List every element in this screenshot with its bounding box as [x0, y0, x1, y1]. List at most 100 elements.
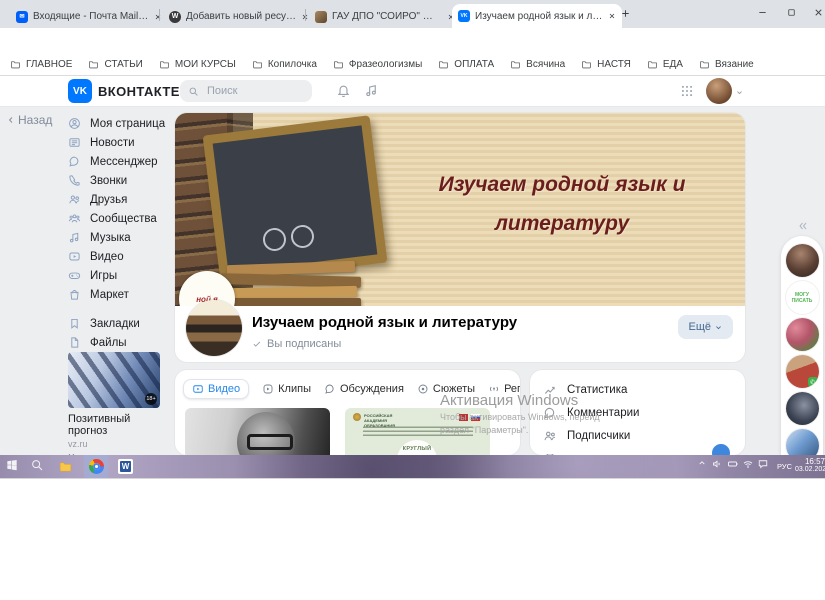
wifi-icon[interactable] [742, 458, 754, 470]
sidebar-item-games[interactable]: Игры [68, 266, 172, 285]
sidebar-item-communities[interactable]: Сообщества [68, 209, 172, 228]
vk-profile-avatar[interactable] [706, 78, 732, 104]
wordpress-favicon: W [169, 11, 181, 23]
sidebar-item-messenger[interactable]: Мессенджер [68, 152, 172, 171]
sidebar-item-my-page[interactable]: Моя страница [68, 114, 172, 133]
chrome-taskbar-active[interactable] [84, 455, 108, 478]
window-close-icon[interactable] [813, 7, 824, 18]
discussions-icon [324, 383, 336, 395]
contact-avatar[interactable] [786, 318, 819, 351]
bookmark-folder[interactable]: Фразеологизмы [333, 59, 422, 70]
bookmark-folder[interactable]: НАСТЯ [581, 59, 631, 70]
vk-wordmark[interactable]: ВКОНТАКТЕ [98, 84, 180, 99]
bookmark-folder[interactable]: Копилочка [252, 59, 317, 70]
bookmark-folder[interactable]: ЕДА [647, 59, 683, 70]
collapse-rail-icon[interactable] [797, 220, 809, 232]
floating-action-button[interactable] [712, 444, 730, 455]
sidebar-ad[interactable]: 18+ Позитивный прогноз vz.ru Как меры го… [68, 352, 164, 455]
messages-rail: МОГУ ПИСАТЬ ✆ [781, 236, 823, 455]
tray-chevron-up-icon[interactable] [697, 458, 707, 468]
cover-title: Изучаем родной язык илитературу [393, 165, 731, 243]
ad-image: 18+ [68, 352, 160, 408]
sidebar-item-news[interactable]: Новости [68, 133, 172, 152]
close-tab-icon[interactable] [154, 13, 162, 21]
menu-item-subscribers[interactable]: Подписчики [530, 424, 745, 447]
sidebar-item-files[interactable]: Файлы [68, 333, 172, 352]
tab-clips[interactable]: Клипы [262, 383, 311, 395]
tab-reports[interactable]: Репортажи [488, 383, 520, 395]
tab-stories[interactable]: Сюжеты [417, 383, 475, 395]
community-menu-card: Статистика Комментарии Подписчики [530, 370, 745, 455]
tab-discussions[interactable]: Обсуждения [324, 383, 404, 395]
video-thumbnail-certificate[interactable]: РОССИЙСКАЯ АКАДЕМИЯ ОБРАЗОВАНИЯ КРУГЛЫЙ [345, 408, 490, 455]
sidebar-divider [68, 304, 172, 314]
sidebar-item-video[interactable]: Видео [68, 247, 172, 266]
video-thumbnail-portrait[interactable] [185, 408, 330, 455]
file-icon [68, 336, 81, 349]
apps-grid-icon[interactable] [680, 84, 694, 98]
folder-icon [438, 59, 449, 70]
notifications-bell-icon[interactable] [336, 83, 351, 98]
action-center-icon[interactable] [757, 458, 769, 470]
contact-avatar[interactable] [786, 392, 819, 425]
cover-title-line2: литературу [495, 212, 629, 235]
start-button-icon[interactable] [5, 458, 19, 472]
sidebar-item-bookmarks[interactable]: Закладки [68, 314, 172, 333]
menu-item-label: Подписчики [567, 430, 630, 442]
folder-icon [252, 59, 263, 70]
tab-mail[interactable]: ✉ Входящие - Почта Mail.ru [10, 5, 168, 28]
bookmark-folder[interactable]: ГЛАВНОЕ [10, 59, 72, 70]
back-link[interactable]: Назад [6, 113, 52, 127]
taskbar-clock[interactable]: 16:57 03.02.2024 [795, 458, 825, 474]
folder-icon [88, 59, 99, 70]
vk-page: VK ВКОНТАКТЕ Назад Моя страница Новости … [0, 76, 825, 455]
taskbar-search-icon[interactable] [30, 458, 44, 472]
browser-tab-strip: ✉ Входящие - Почта Mail.ru W Добавить но… [0, 0, 825, 28]
avatar-text: МОГУ ПИСАТЬ [786, 292, 819, 304]
phone-badge-icon: ✆ [808, 377, 818, 387]
bookmark-icon [68, 317, 81, 330]
thumbnail-text-lines [363, 426, 473, 436]
tab-video[interactable]: Видео [183, 379, 249, 399]
thumbnail-glasses [247, 434, 293, 450]
vk-search-box[interactable] [180, 80, 312, 102]
bookmark-label: МОИ КУРСЫ [175, 59, 236, 70]
word-taskbar-icon[interactable]: W [118, 459, 133, 474]
bookmark-folder[interactable]: Всячина [510, 59, 565, 70]
chevron-down-icon[interactable] [735, 88, 744, 97]
contact-avatar[interactable]: МОГУ ПИСАТЬ [786, 281, 819, 314]
clock-date: 03.02.2024 [795, 466, 825, 474]
sidebar-item-market[interactable]: Маркет [68, 285, 172, 304]
tab-soiro[interactable]: ГАУ ДПО "СОИРО" — ИНСТИ [309, 5, 461, 28]
bookmark-folder[interactable]: Вязание [699, 59, 754, 70]
music-icon[interactable] [364, 83, 379, 98]
menu-item-comments[interactable]: Комментарии [530, 401, 745, 424]
friends-icon [68, 193, 81, 206]
vk-logo[interactable]: VK [68, 79, 92, 103]
new-tab-icon[interactable] [620, 8, 631, 19]
sidebar-item-music[interactable]: Музыка [68, 228, 172, 247]
file-explorer-icon[interactable] [58, 459, 73, 474]
language-indicator[interactable]: РУС [777, 462, 792, 471]
bookmark-folder[interactable]: ОПЛАТА [438, 59, 494, 70]
contact-avatar[interactable] [786, 429, 819, 455]
contact-avatar[interactable] [786, 244, 819, 277]
bookmark-folder[interactable]: СТАТЬИ [88, 59, 142, 70]
close-tab-icon[interactable] [608, 12, 616, 20]
window-maximize-icon[interactable] [786, 7, 797, 18]
tab-wordpress[interactable]: W Добавить новый ресурс ‹ Ме [163, 5, 315, 28]
community-avatar[interactable] [186, 300, 242, 356]
speaker-icon[interactable] [711, 458, 723, 470]
battery-icon[interactable] [727, 458, 739, 470]
contact-avatar[interactable]: ✆ [786, 355, 819, 388]
subscribed-label: Вы подписаны [267, 338, 341, 350]
sidebar-item-calls[interactable]: Звонки [68, 171, 172, 190]
bookmark-folder[interactable]: МОИ КУРСЫ [159, 59, 236, 70]
more-button[interactable]: Ещё [678, 315, 733, 339]
search-input[interactable] [205, 84, 299, 98]
tab-vk-active[interactable]: VK Изучаем родной язык и лите [452, 4, 622, 28]
window-minimize-icon[interactable] [757, 7, 768, 18]
communities-icon [68, 212, 81, 225]
sidebar-item-friends[interactable]: Друзья [68, 190, 172, 209]
menu-item-statistics[interactable]: Статистика [530, 378, 745, 401]
